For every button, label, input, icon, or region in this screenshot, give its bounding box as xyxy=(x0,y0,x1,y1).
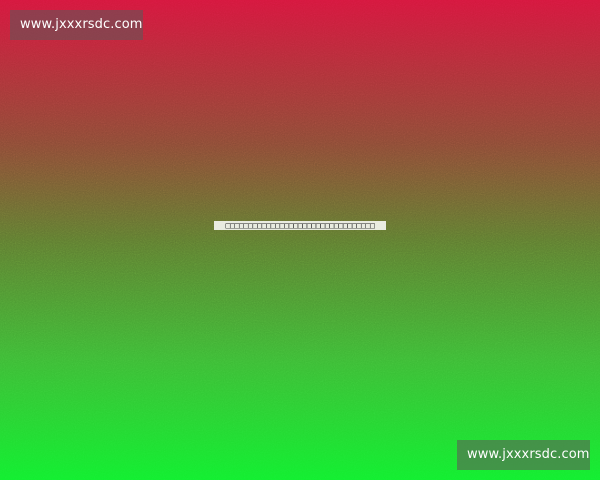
watermark-top-left: www.jxxxrsdc.com xyxy=(10,10,143,40)
missing-glyph-text: □□□□□□□□□□□□□□□□□□□□□□□□□□□□□□□□□ xyxy=(214,221,386,230)
gradient-background: www.jxxxrsdc.com □□□□□□□□□□□□□□□□□□□□□□□… xyxy=(0,0,600,480)
watermark-bottom-right: www.jxxxrsdc.com xyxy=(457,440,590,470)
noise-overlay xyxy=(0,0,600,480)
